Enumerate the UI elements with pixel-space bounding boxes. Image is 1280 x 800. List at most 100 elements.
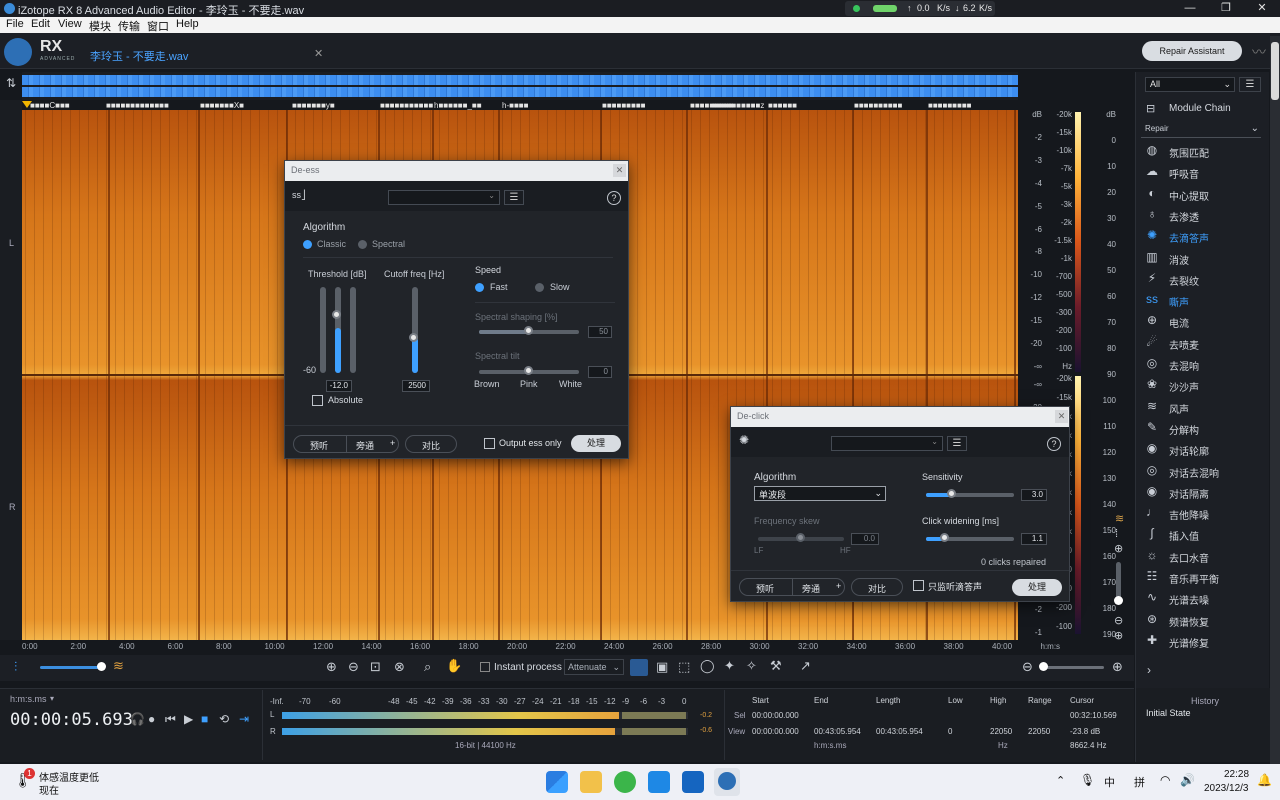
- horizontal-zoom-slider[interactable]: [1040, 666, 1104, 669]
- history-item[interactable]: Initial State: [1146, 708, 1191, 718]
- scrollbar[interactable]: [1270, 36, 1280, 764]
- marker[interactable]: ■■■■■■■■■: [928, 101, 972, 110]
- bypass-button[interactable]: 旁通: [356, 439, 374, 452]
- browser-icon[interactable]: [614, 771, 636, 793]
- menu-modules[interactable]: 模块: [89, 18, 111, 34]
- preset-select[interactable]: ⌄: [831, 436, 943, 451]
- module-item[interactable]: ◎ 去混响: [1141, 354, 1265, 374]
- repair-category-select[interactable]: Repair ⌄: [1141, 123, 1261, 138]
- zoom-out-horizontal-icon[interactable]: ⊖: [1022, 659, 1033, 675]
- marker[interactable]: ■■■■■■■■■: [602, 101, 646, 110]
- lasso-tool-icon[interactable]: ◯: [700, 658, 715, 674]
- marker[interactable]: h-■■■■: [502, 101, 528, 110]
- magic-wand-tool-icon[interactable]: ✦: [724, 658, 735, 674]
- tray-chevron-up-icon[interactable]: ⌃: [1056, 774, 1065, 787]
- zoom-selection-icon[interactable]: ⊡: [370, 659, 381, 675]
- marker[interactable]: ■■■■■■■■■■■■■: [106, 101, 169, 110]
- time-ruler[interactable]: 0:00 2:00 4:00 6:00 8:00 10:00 12:00 14:00 16:00…: [22, 640, 1060, 652]
- fast-radio[interactable]: [475, 283, 484, 292]
- waveform-settings-icon[interactable]: ⁞: [1115, 528, 1118, 540]
- playhead-marker[interactable]: [22, 101, 32, 108]
- close-tab-icon[interactable]: ✕: [314, 47, 323, 60]
- instant-process-mode-select[interactable]: Attenuate ⌄: [564, 659, 624, 675]
- click-widening-field[interactable]: 1.1: [1021, 533, 1047, 545]
- de-click-title-bar[interactable]: De-click: [731, 407, 1069, 427]
- menu-window[interactable]: 窗口: [147, 18, 169, 34]
- hand-tool-icon[interactable]: ✋: [446, 658, 462, 674]
- zoom-tool-icon[interactable]: ⌕: [424, 659, 431, 675]
- module-chain-button[interactable]: Module Chain: [1169, 103, 1231, 114]
- frequency-skew-field[interactable]: 0.0: [851, 533, 879, 545]
- module-item[interactable]: ⊛ 频谱恢复: [1141, 610, 1265, 630]
- zoom-out-icon[interactable]: ⊖: [348, 659, 359, 675]
- spectral-tilt-knob[interactable]: [524, 366, 533, 375]
- spectrogram-view-icon[interactable]: ≋: [113, 658, 124, 674]
- app-icon[interactable]: [648, 771, 670, 793]
- clock-time[interactable]: 22:28: [1224, 769, 1249, 780]
- zoom-out-vertical-icon[interactable]: ⊖: [1114, 614, 1123, 627]
- record-icon[interactable]: ●: [148, 712, 155, 726]
- close-icon[interactable]: ✕: [1244, 0, 1280, 17]
- compare-button[interactable]: 对比: [405, 435, 457, 453]
- frequency-selection-tool-icon[interactable]: ▣: [656, 659, 668, 675]
- view-length-field[interactable]: 00:43:05.954: [876, 727, 923, 736]
- module-item[interactable]: ∫ 插入值: [1141, 524, 1265, 544]
- preset-menu-icon[interactable]: ☰: [947, 436, 967, 451]
- view-start-field[interactable]: 00:00:00.000: [752, 727, 799, 736]
- list-view-icon[interactable]: ☰: [1239, 77, 1261, 92]
- waveform-overview[interactable]: [22, 72, 1018, 100]
- view-high-field[interactable]: 22050: [990, 727, 1012, 736]
- instant-process-checkbox[interactable]: [480, 662, 490, 672]
- process-button[interactable]: 处理: [1012, 579, 1062, 596]
- process-button[interactable]: 处理: [571, 435, 621, 452]
- marker[interactable]: ■■■■■■■■■■: [854, 101, 902, 110]
- monitor-clicks-checkbox[interactable]: [913, 580, 924, 591]
- module-item[interactable]: ≋ 风声: [1141, 397, 1265, 417]
- module-item[interactable]: ☄ 去喷麦: [1141, 333, 1265, 353]
- module-item[interactable]: ⊕ 电流: [1141, 311, 1265, 331]
- speaker-icon[interactable]: 🔊: [1180, 773, 1195, 787]
- module-item[interactable]: ◎ 对话去混响: [1141, 461, 1265, 481]
- minimize-icon[interactable]: —: [1172, 0, 1208, 17]
- module-item[interactable]: ◉ 对话隔离: [1141, 482, 1265, 502]
- headphones-icon[interactable]: 🎧: [130, 712, 145, 726]
- module-item[interactable]: ✎ 分解构: [1141, 418, 1265, 438]
- zoom-in-icon[interactable]: ⊕: [326, 659, 337, 675]
- blend-slider-knob[interactable]: [97, 662, 106, 671]
- chevron-down-icon[interactable]: ▾: [50, 694, 54, 703]
- module-item[interactable]: ☁ 呼吸音: [1141, 162, 1265, 182]
- brush-tool-icon[interactable]: ⚒: [770, 658, 782, 674]
- stop-icon[interactable]: ■: [201, 712, 208, 726]
- cutoff-value-field[interactable]: 2500: [402, 380, 430, 392]
- sel-start-field[interactable]: 00:00:00.000: [752, 711, 799, 720]
- module-item[interactable]: ◍ 氛围匹配: [1141, 141, 1265, 161]
- frequency-skew-knob[interactable]: [796, 533, 805, 542]
- time-selection-tool-icon[interactable]: [630, 659, 648, 676]
- clock-date[interactable]: 2023/12/3: [1204, 783, 1249, 794]
- spectral-shaping-field[interactable]: 50: [588, 326, 612, 338]
- module-item[interactable]: ☼ 去口水音: [1141, 546, 1265, 566]
- spectral-tilt-field[interactable]: 0: [588, 366, 612, 378]
- close-icon[interactable]: ✕: [613, 164, 626, 177]
- app-icon[interactable]: [682, 771, 704, 793]
- horizontal-zoom-knob[interactable]: [1039, 662, 1048, 671]
- view-low-field[interactable]: 0: [948, 727, 952, 736]
- repair-assistant-button[interactable]: Repair Assistant: [1142, 41, 1242, 61]
- menu-view[interactable]: View: [58, 18, 82, 30]
- sensitivity-slider[interactable]: [926, 493, 1014, 497]
- output-ess-only-checkbox[interactable]: [484, 438, 495, 449]
- microphone-icon[interactable]: 🎙: [1080, 773, 1095, 787]
- threshold-value-field[interactable]: -12.0: [326, 380, 352, 392]
- de-ess-title-bar[interactable]: De-ess: [285, 161, 628, 181]
- module-item[interactable]: ss 嘶声: [1141, 290, 1265, 310]
- module-item[interactable]: ◐ 中心提取: [1141, 184, 1265, 204]
- help-icon[interactable]: ?: [1047, 437, 1061, 451]
- preset-menu-icon[interactable]: ☰: [504, 190, 524, 205]
- menu-file[interactable]: File: [6, 18, 24, 30]
- zoom-fit-icon[interactable]: ⊗: [394, 659, 405, 675]
- collapse-overview-icon[interactable]: ⇅: [6, 76, 16, 90]
- ime-language[interactable]: 中: [1104, 774, 1115, 790]
- play-icon[interactable]: ▶: [184, 712, 193, 726]
- threshold-slider[interactable]: [335, 287, 341, 373]
- module-item[interactable]: ❀ 沙沙声: [1141, 375, 1265, 395]
